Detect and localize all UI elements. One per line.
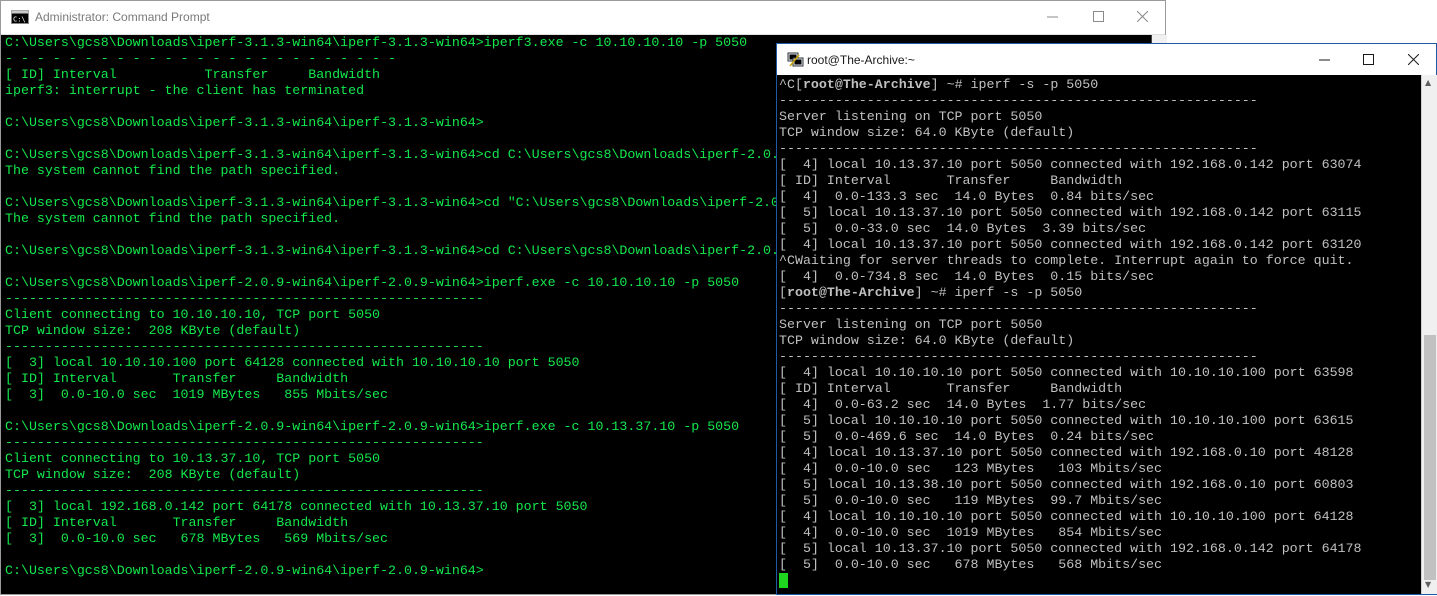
terminal-line: [ 4] local 10.13.37.10 port 5050 connect… [779, 237, 1362, 252]
prompt-command: ] ~# iperf -s -p 5050 [914, 285, 1083, 300]
cmd-title-bar[interactable]: C:\ Administrator: Command Prompt [1, 1, 1165, 35]
terminal-line: [ 5] local 10.13.37.10 port 5050 connect… [779, 205, 1362, 220]
terminal-line: ----------------------------------------… [779, 349, 1258, 364]
terminal-line: [ 5] 0.0-33.0 sec 14.0 Bytes 3.39 bits/s… [779, 221, 1147, 236]
terminal-line: [ 5] 0.0-469.6 sec 14.0 Bytes 0.24 bits/… [779, 429, 1155, 444]
terminal-line: [ ID] Interval Transfer Bandwidth [779, 381, 1123, 396]
terminal-line: [ 4] local 10.13.37.10 port 5050 connect… [779, 445, 1354, 460]
terminal-line: [ ID] Interval Transfer Bandwidth [779, 173, 1123, 188]
scrollbar-thumb[interactable] [1424, 335, 1436, 580]
terminal-line: ----------------------------------------… [779, 301, 1258, 316]
terminal-line: [ 4] 0.0-133.3 sec 14.0 Bytes 0.84 bits/… [779, 189, 1155, 204]
scroll-up-arrow-icon[interactable]: ▲ [1425, 78, 1431, 87]
maximize-button[interactable] [1345, 44, 1391, 75]
terminal-line: [ 5] 0.0-10.0 sec 119 MBytes 99.7 Mbits/… [779, 493, 1163, 508]
svg-text:C:\: C:\ [13, 16, 26, 24]
terminal-line: Server listening on TCP port 5050 [779, 109, 1043, 124]
terminal-line: ----------------------------------------… [779, 141, 1258, 156]
terminal-line: ^CWaiting for server threads to complete… [779, 253, 1354, 268]
terminal-line: Server listening on TCP port 5050 [779, 317, 1043, 332]
window-title: root@The-Archive:~ [807, 53, 915, 67]
text-cursor [779, 573, 788, 588]
terminal-line: ^C[root@The-Archive] ~# iperf -s -p 5050 [779, 77, 1419, 93]
window-title: Administrator: Command Prompt [35, 10, 210, 24]
terminal-line: [ 5] local 10.10.10.10 port 5050 connect… [779, 413, 1354, 428]
terminal-line: [ 5] 0.0-10.0 sec 678 MBytes 568 Mbits/s… [779, 557, 1163, 572]
minimize-button[interactable] [1029, 1, 1075, 32]
putty-window[interactable]: root@The-Archive:~ ^C[root@The-Archive] … [776, 43, 1437, 595]
prompt-command: ] ~# iperf -s -p 5050 [930, 77, 1099, 92]
terminal-line: [ 4] 0.0-63.2 sec 14.0 Bytes 1.77 bits/s… [779, 397, 1147, 412]
prompt-host: root@The-Archive [786, 285, 915, 300]
minimize-button[interactable] [1301, 44, 1347, 75]
terminal-line: [ 4] 0.0-734.8 sec 14.0 Bytes 0.15 bits/… [779, 269, 1155, 284]
terminal-line: TCP window size: 64.0 KByte (default) [779, 125, 1075, 140]
terminal-line: [ 4] local 10.10.10.10 port 5050 connect… [779, 365, 1354, 380]
terminal-line: [ 4] 0.0-10.0 sec 1019 MBytes 854 Mbits/… [779, 525, 1163, 540]
terminal-line: [ 5] local 10.13.38.10 port 5050 connect… [779, 477, 1354, 492]
cmd-icon: C:\ [11, 9, 29, 25]
prompt-host: root@The-Archive [802, 77, 931, 92]
terminal-line [779, 573, 1419, 589]
terminal-line: ----------------------------------------… [779, 93, 1258, 108]
prompt-prefix: [ [779, 285, 787, 300]
maximize-button[interactable] [1075, 1, 1121, 32]
terminal-line: [ 4] 0.0-10.0 sec 123 MBytes 103 Mbits/s… [779, 461, 1163, 476]
prompt-prefix: ^C[ [779, 77, 803, 92]
scroll-down-arrow-icon[interactable]: ▼ [1425, 580, 1431, 589]
putty-terminal-output[interactable]: ^C[root@The-Archive] ~# iperf -s -p 5050… [779, 77, 1419, 593]
terminal-line: [root@The-Archive] ~# iperf -s -p 5050 [779, 285, 1419, 301]
terminal-line: [ 5] local 10.13.37.10 port 5050 connect… [779, 541, 1362, 556]
close-button[interactable] [1390, 44, 1436, 75]
terminal-line: TCP window size: 64.0 KByte (default) [779, 333, 1075, 348]
putty-title-bar[interactable]: root@The-Archive:~ [777, 44, 1436, 75]
putty-icon [787, 52, 805, 68]
terminal-line: [ 4] local 10.13.37.10 port 5050 connect… [779, 157, 1362, 172]
putty-scrollbar[interactable]: ▲ ▼ [1421, 75, 1437, 594]
terminal-line: [ 4] local 10.10.10.10 port 5050 connect… [779, 509, 1354, 524]
close-button[interactable] [1119, 1, 1165, 32]
